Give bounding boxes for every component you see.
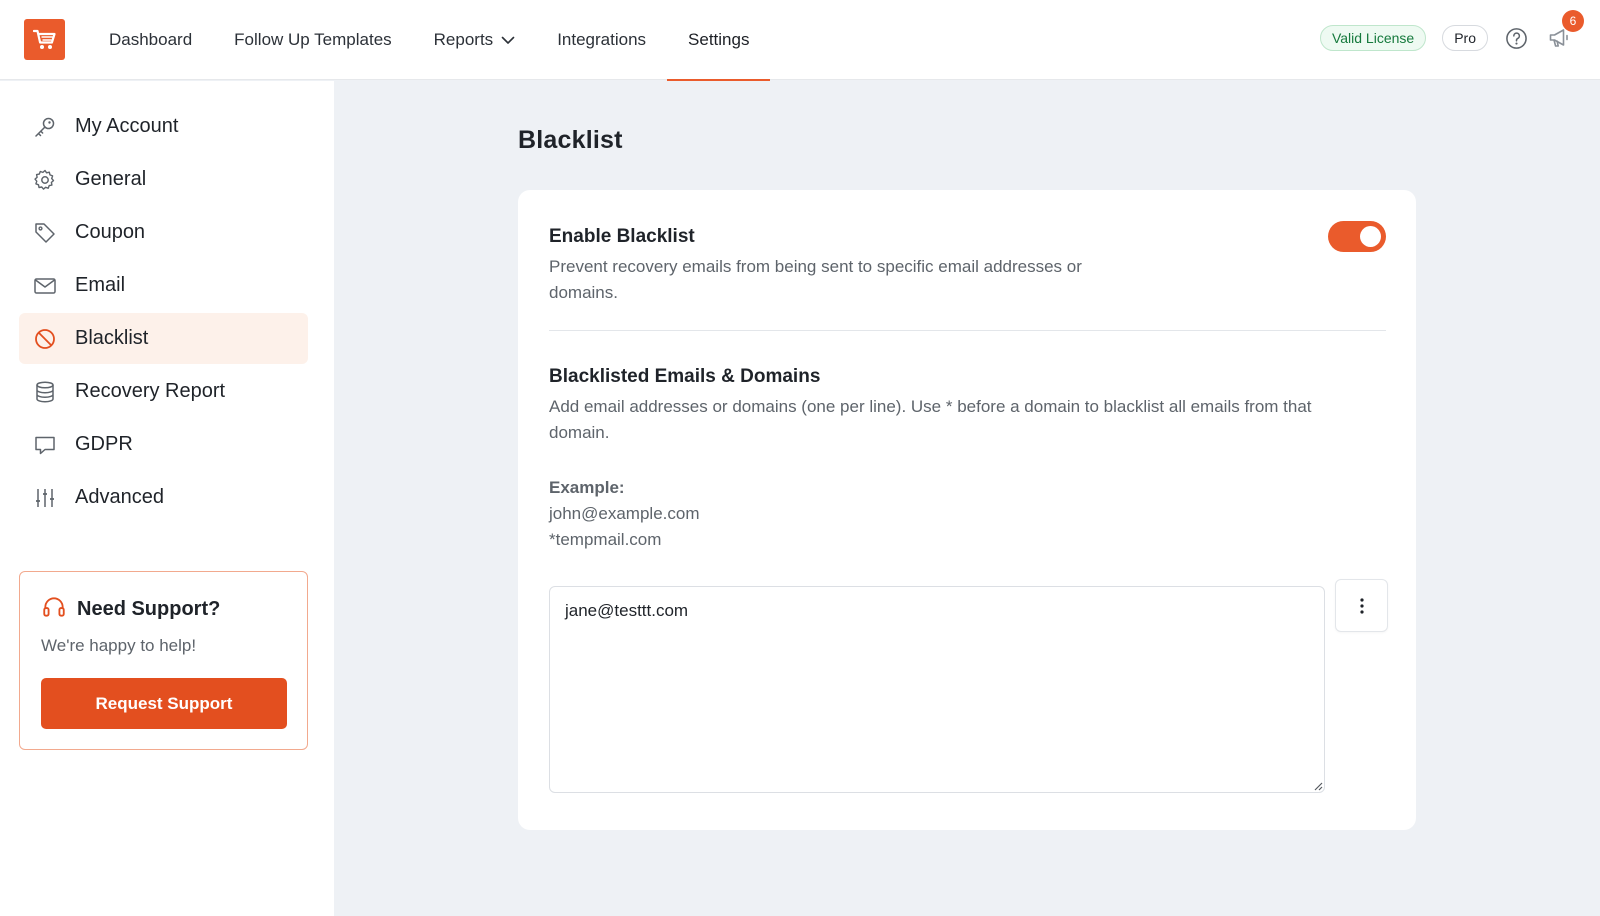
sidebar-item-label: Recovery Report — [75, 380, 226, 402]
section-divider — [549, 330, 1386, 331]
page-title: Blacklist — [518, 126, 623, 154]
request-support-button[interactable]: Request Support — [41, 678, 287, 729]
sidebar-item-label: GDPR — [75, 433, 133, 455]
help-icon[interactable] — [1504, 26, 1528, 50]
sidebar-item-label: Blacklist — [75, 327, 149, 349]
sidebar-item-advanced[interactable]: Advanced — [19, 472, 308, 523]
sidebar-item-label: General — [75, 168, 147, 190]
plan-badge: Pro — [1442, 25, 1488, 51]
sliders-icon — [32, 485, 58, 511]
enable-blacklist-title: Enable Blacklist — [549, 226, 695, 247]
more-options-button[interactable] — [1335, 579, 1388, 632]
sidebar-item-email[interactable]: Email — [19, 260, 308, 311]
envelope-icon — [32, 273, 58, 299]
sidebar-item-my-account[interactable]: My Account — [19, 101, 308, 152]
support-card: Need Support? We're happy to help! Reque… — [19, 571, 308, 750]
chat-bubble-icon — [32, 432, 58, 458]
sidebar-item-blacklist[interactable]: Blacklist — [19, 313, 308, 364]
nav-integrations[interactable]: Integrations — [536, 0, 667, 80]
shopping-cart-icon — [32, 29, 56, 49]
resize-handle-icon[interactable] — [1311, 779, 1323, 791]
support-title: Need Support? — [77, 598, 221, 620]
enable-blacklist-toggle[interactable] — [1328, 221, 1386, 252]
license-status-badge: Valid License — [1319, 25, 1427, 51]
main-nav: Dashboard Follow Up Templates Reports In… — [88, 0, 771, 81]
vertical-dots-icon — [1359, 597, 1364, 614]
notification-count-badge: 6 — [1562, 10, 1584, 32]
gear-icon — [32, 167, 58, 193]
top-navigation-bar: Dashboard Follow Up Templates Reports In… — [0, 0, 1600, 81]
sidebar-item-general[interactable]: General — [19, 154, 308, 205]
nav-settings-label: Settings — [688, 30, 750, 49]
announcements-button[interactable]: 6 — [1546, 10, 1584, 52]
headset-icon — [41, 594, 67, 625]
nav-reports-label: Reports — [433, 30, 494, 49]
nav-integrations-label: Integrations — [557, 30, 647, 49]
blacklisted-list-title: Blacklisted Emails & Domains — [549, 366, 821, 387]
enable-blacklist-description-line2: domains. — [549, 283, 618, 302]
nav-settings[interactable]: Settings — [667, 0, 771, 81]
enable-blacklist-description-line1: Prevent recovery emails from being sent … — [549, 257, 1082, 276]
sidebar-item-label: Advanced — [75, 486, 164, 508]
support-subtitle: We're happy to help! — [41, 636, 197, 655]
settings-sidebar: My Account General Coupon Email Blacklis… — [0, 81, 334, 916]
key-icon — [32, 114, 58, 140]
sidebar-item-gdpr[interactable]: GDPR — [19, 419, 308, 470]
nav-dashboard[interactable]: Dashboard — [88, 0, 213, 80]
example-label: Example: — [549, 478, 625, 497]
blacklist-textarea[interactable]: jane@testtt.com — [549, 586, 1325, 793]
blacklist-settings-card: Enable Blacklist Prevent recovery emails… — [518, 190, 1416, 830]
nav-dashboard-label: Dashboard — [109, 30, 193, 49]
support-header: Need Support? — [41, 594, 220, 625]
ban-icon — [32, 326, 58, 352]
top-right-actions: Valid License Pro 6 — [1319, 10, 1584, 52]
sidebar-item-coupon[interactable]: Coupon — [19, 207, 308, 258]
example-line: *tempmail.com — [549, 530, 662, 549]
tag-icon — [32, 220, 58, 246]
app-logo[interactable] — [24, 19, 65, 60]
chevron-down-icon — [501, 36, 515, 45]
blacklisted-list-description-line2: domain. — [549, 423, 610, 442]
nav-follow-up-templates[interactable]: Follow Up Templates — [213, 0, 412, 80]
sidebar-item-label: Coupon — [75, 221, 146, 243]
toggle-knob — [1360, 226, 1381, 247]
database-icon — [32, 379, 58, 405]
blacklisted-list-description-line1: Add email addresses or domains (one per … — [549, 397, 1312, 416]
nav-follow-up-templates-label: Follow Up Templates — [234, 30, 392, 49]
sidebar-item-label: Email — [75, 274, 126, 296]
sidebar-item-label: My Account — [75, 115, 179, 137]
nav-reports[interactable]: Reports — [413, 0, 537, 80]
sidebar-item-recovery-report[interactable]: Recovery Report — [19, 366, 308, 417]
example-line: john@example.com — [549, 504, 700, 523]
